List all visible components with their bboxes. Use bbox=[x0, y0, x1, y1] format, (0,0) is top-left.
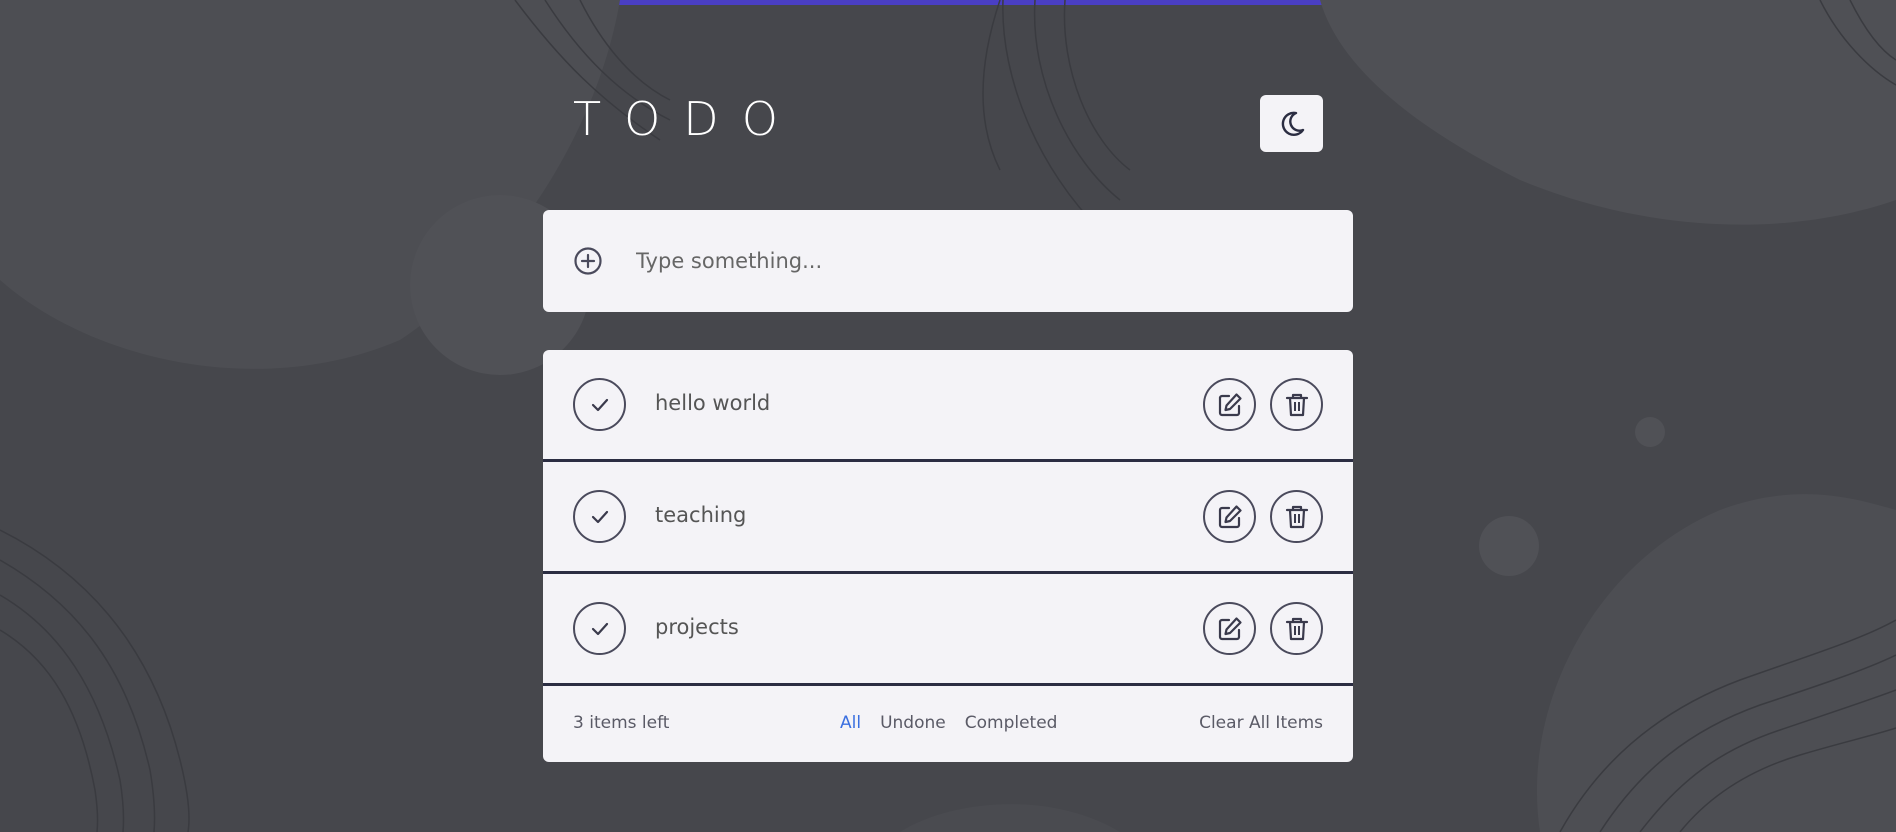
todo-item: teaching bbox=[543, 462, 1353, 574]
filter-group: All Undone Completed bbox=[840, 713, 1076, 733]
check-icon bbox=[591, 510, 608, 523]
filter-completed[interactable]: Completed bbox=[965, 713, 1058, 733]
filter-undone[interactable]: Undone bbox=[880, 713, 946, 733]
edit-todo-button[interactable] bbox=[1203, 378, 1256, 431]
edit-icon bbox=[1218, 504, 1242, 528]
page-title: TODO bbox=[573, 92, 801, 146]
todo-item: projects bbox=[543, 574, 1353, 686]
plus-circle-icon[interactable] bbox=[573, 246, 603, 276]
new-todo-input[interactable] bbox=[636, 238, 1316, 284]
add-todo-bar bbox=[543, 210, 1353, 312]
list-footer: 3 items left All Undone Completed Clear … bbox=[543, 686, 1353, 762]
edit-todo-button[interactable] bbox=[1203, 490, 1256, 543]
todo-item: hello world bbox=[543, 350, 1353, 462]
edit-icon bbox=[1218, 392, 1242, 416]
complete-todo-button[interactable] bbox=[573, 490, 626, 543]
header: TODO bbox=[543, 92, 1353, 160]
complete-todo-button[interactable] bbox=[573, 378, 626, 431]
delete-todo-button[interactable] bbox=[1270, 602, 1323, 655]
delete-todo-button[interactable] bbox=[1270, 490, 1323, 543]
edit-todo-button[interactable] bbox=[1203, 602, 1256, 655]
moon-icon bbox=[1281, 111, 1304, 136]
todo-text: projects bbox=[655, 615, 739, 639]
edit-icon bbox=[1218, 616, 1242, 640]
trash-icon bbox=[1285, 505, 1308, 528]
theme-toggle-button[interactable] bbox=[1260, 95, 1323, 152]
trash-icon bbox=[1285, 393, 1308, 416]
todo-text: teaching bbox=[655, 503, 747, 527]
todo-text: hello world bbox=[655, 391, 771, 415]
clear-all-button[interactable]: Clear All Items bbox=[1199, 713, 1323, 733]
todo-list: hello world teaching projects 3 items le… bbox=[543, 350, 1353, 762]
filter-all[interactable]: All bbox=[840, 713, 861, 733]
check-icon bbox=[591, 398, 608, 411]
delete-todo-button[interactable] bbox=[1270, 378, 1323, 431]
trash-icon bbox=[1285, 617, 1308, 640]
items-left-count: 3 items left bbox=[573, 713, 670, 733]
complete-todo-button[interactable] bbox=[573, 602, 626, 655]
check-icon bbox=[591, 622, 608, 635]
